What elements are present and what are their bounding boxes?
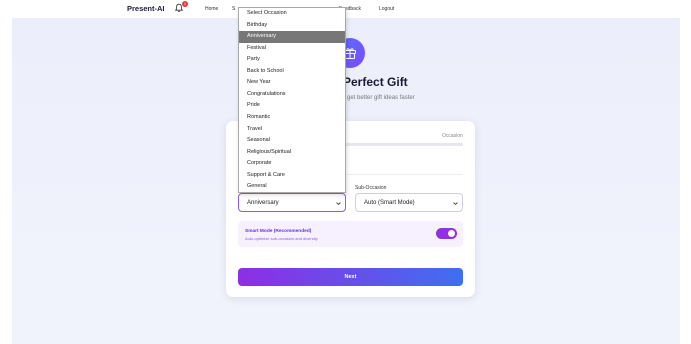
- dropdown-option[interactable]: Birthday: [239, 20, 345, 32]
- occasion-dropdown-list: Select Occasion Birthday Anniversary Festiv…: [238, 7, 346, 193]
- notification-badge: 1: [182, 1, 188, 7]
- chevron-down-icon: [453, 202, 458, 206]
- smart-mode-title: Smart Mode (Recommended): [245, 229, 312, 234]
- occasion-select[interactable]: Anniversary: [238, 193, 346, 212]
- dropdown-option[interactable]: Pride: [239, 100, 345, 112]
- dropdown-option[interactable]: Party: [239, 54, 345, 66]
- brand-logo[interactable]: Present-AI: [127, 4, 165, 13]
- chevron-down-icon: [336, 202, 341, 206]
- smart-mode-panel: [238, 221, 463, 247]
- dropdown-option[interactable]: New Year: [239, 77, 345, 89]
- dropdown-option[interactable]: Anniversary: [239, 31, 345, 43]
- dropdown-option[interactable]: Festival: [239, 43, 345, 55]
- occasion-select-value: Anniversary: [247, 200, 279, 206]
- smart-mode-toggle-knob: [448, 230, 455, 237]
- smart-mode-description: Auto-optimize sub-occasion and diversity: [245, 236, 318, 241]
- sub-occasion-select-value: Auto (Smart Mode): [364, 200, 415, 206]
- dropdown-option[interactable]: Select Occasion: [239, 8, 345, 20]
- sub-occasion-select[interactable]: Auto (Smart Mode): [355, 193, 463, 212]
- dropdown-option[interactable]: Seasonal: [239, 135, 345, 147]
- page-subtitle: get better gift ideas faster: [347, 95, 415, 101]
- dropdown-option[interactable]: Corporate: [239, 158, 345, 170]
- dropdown-option[interactable]: General: [239, 181, 345, 193]
- step-label: Occasion: [442, 133, 463, 139]
- nav-link-s[interactable]: S: [232, 6, 235, 12]
- nav-link-logout[interactable]: Logout: [379, 6, 394, 12]
- dropdown-option[interactable]: Congratulations: [239, 89, 345, 101]
- dropdown-option[interactable]: Support & Care: [239, 170, 345, 182]
- dropdown-option[interactable]: Religious/Spiritual: [239, 147, 345, 159]
- page-title: Perfect Gift: [343, 75, 408, 89]
- dropdown-option[interactable]: Romantic: [239, 112, 345, 124]
- next-button[interactable]: Next: [238, 268, 463, 286]
- dropdown-option[interactable]: Back to School: [239, 66, 345, 78]
- sub-occasion-label: Sub-Occasion: [355, 185, 387, 191]
- nav-link-home[interactable]: Home: [205, 6, 218, 12]
- dropdown-option[interactable]: Travel: [239, 124, 345, 136]
